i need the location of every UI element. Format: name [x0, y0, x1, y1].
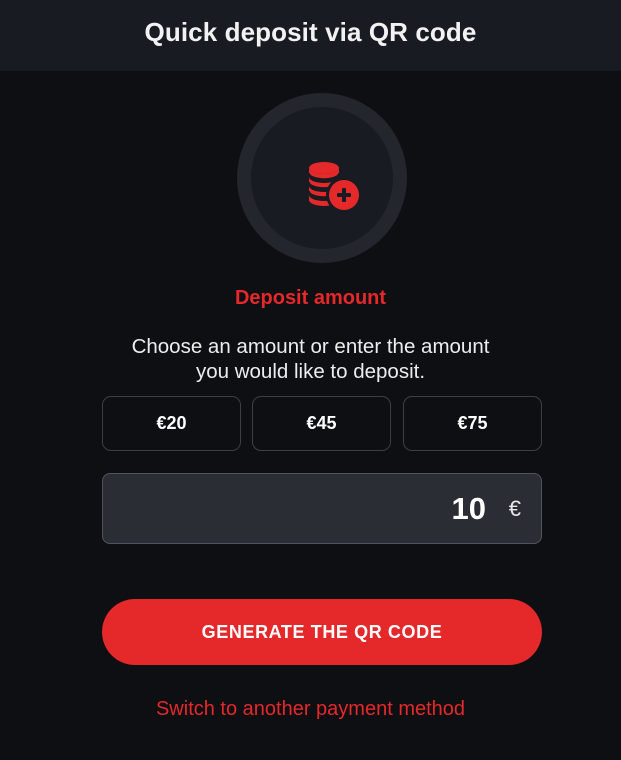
qr-deposit-dialog: Quick deposit via QR code Deposit amount…: [0, 0, 621, 760]
deposit-instructions: Choose an amount or enter the amount you…: [0, 334, 621, 384]
instructions-line-1: Choose an amount or enter the amount: [131, 335, 490, 358]
generate-qr-button[interactable]: GENERATE THE QR CODE: [102, 599, 542, 665]
amount-input[interactable]: 10 €: [102, 473, 542, 544]
deposit-amount-heading: Deposit amount: [234, 287, 387, 309]
preset-amounts: €20 €45 €75: [102, 396, 542, 451]
amount-45-button[interactable]: €45: [252, 396, 391, 451]
deposit-icon-inner: [251, 107, 393, 249]
amount-20-button[interactable]: €20: [102, 396, 241, 451]
currency-symbol: €: [508, 496, 521, 521]
switch-payment-method-link[interactable]: Switch to another payment method: [0, 698, 621, 721]
coins-plus-icon: [308, 162, 362, 213]
dialog-title: Quick deposit via QR code: [144, 17, 477, 47]
instructions-line-2: you would like to deposit.: [195, 360, 426, 383]
amount-75-button[interactable]: €75: [403, 396, 542, 451]
dialog-header: Quick deposit via QR code: [0, 0, 621, 71]
generate-qr-label: GENERATE THE QR CODE: [201, 621, 443, 642]
amount-input-value: 10: [451, 491, 486, 526]
deposit-icon-badge: [237, 93, 407, 263]
